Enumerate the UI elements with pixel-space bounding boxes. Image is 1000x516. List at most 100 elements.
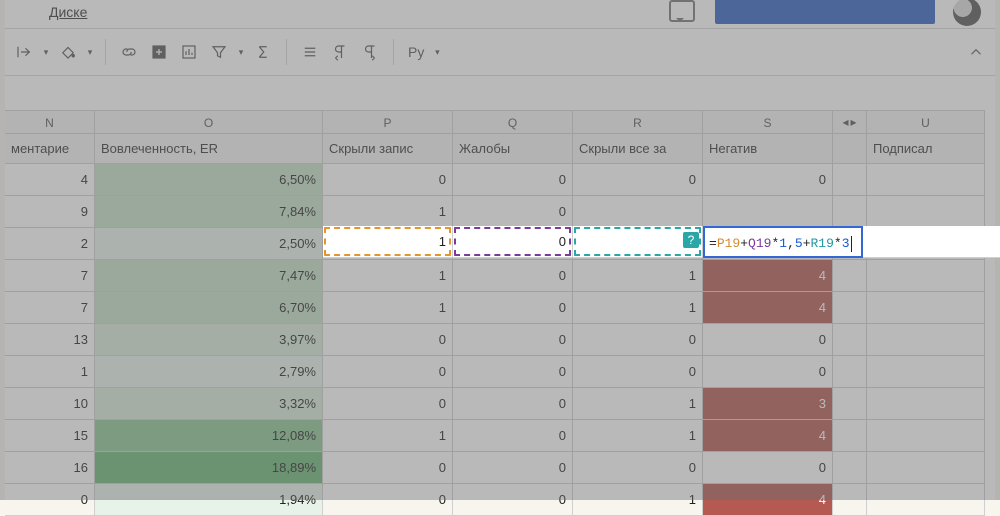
cell[interactable]: 16 <box>5 452 95 484</box>
cell[interactable]: 0 <box>323 356 453 388</box>
cell[interactable]: 1 <box>323 260 453 292</box>
cell[interactable]: 0 <box>323 484 453 516</box>
cell[interactable]: 7,47% <box>95 260 323 292</box>
cell[interactable]: 0 <box>453 292 573 324</box>
insert-row-icon[interactable] <box>11 39 37 65</box>
cell[interactable]: 0 <box>453 388 573 420</box>
cell[interactable] <box>867 452 985 484</box>
add-comment-icon[interactable] <box>146 39 172 65</box>
cell[interactable]: 1 <box>323 292 453 324</box>
column-letter[interactable]: N <box>5 110 95 134</box>
column-scroll-arrows[interactable]: ◂▸ <box>833 110 867 134</box>
avatar[interactable] <box>953 0 981 26</box>
column-header[interactable]: ментарие <box>5 134 95 164</box>
cell[interactable] <box>703 196 833 228</box>
cell[interactable]: 0 <box>703 452 833 484</box>
cell[interactable]: 4 <box>703 292 833 324</box>
cell[interactable]: 7 <box>5 292 95 324</box>
dropdown-caret-icon[interactable]: ▾ <box>41 47 51 58</box>
cell[interactable]: 0 <box>573 356 703 388</box>
column-letter[interactable]: S <box>703 110 833 134</box>
drive-link[interactable]: Диске <box>49 4 87 20</box>
cell[interactable]: 0 <box>323 324 453 356</box>
dropdown-caret-icon[interactable]: ▾ <box>236 47 246 58</box>
column-letter[interactable]: R <box>573 110 703 134</box>
column-header[interactable] <box>833 134 867 164</box>
column-letter[interactable]: Q <box>453 110 573 134</box>
cell[interactable]: 1 <box>573 260 703 292</box>
cell[interactable]: 13 <box>5 324 95 356</box>
cell[interactable]: 0 <box>573 452 703 484</box>
cell[interactable]: 0 <box>453 420 573 452</box>
column-header[interactable]: Скрыли все за <box>573 134 703 164</box>
cell[interactable] <box>867 324 985 356</box>
comment-icon[interactable] <box>669 0 695 22</box>
cell[interactable]: 9 <box>5 196 95 228</box>
column-header[interactable]: Жалобы <box>453 134 573 164</box>
input-language-label[interactable]: Ру <box>404 44 428 60</box>
rtl-icon[interactable] <box>357 39 383 65</box>
cell[interactable] <box>867 260 985 292</box>
cell[interactable]: 6,50% <box>95 164 323 196</box>
cell[interactable]: 0 <box>453 324 573 356</box>
cell[interactable] <box>867 484 985 516</box>
cell[interactable]: 10 <box>5 388 95 420</box>
cell[interactable]: 4 <box>703 484 833 516</box>
cell[interactable]: 0 <box>323 388 453 420</box>
ltr-icon[interactable] <box>327 39 353 65</box>
column-header[interactable]: Негатив <box>703 134 833 164</box>
cell[interactable]: 1 <box>573 292 703 324</box>
column-header[interactable]: Подписал <box>867 134 985 164</box>
cell[interactable] <box>867 292 985 324</box>
sigma-icon[interactable] <box>250 39 276 65</box>
cell-r[interactable]: ? <box>573 226 703 258</box>
cell[interactable]: 0 <box>703 324 833 356</box>
formula-input[interactable]: =P19+Q19*1,5+R19*3 <box>703 226 863 258</box>
cell[interactable]: 1 <box>573 388 703 420</box>
dropdown-caret-icon[interactable]: ▾ <box>432 47 442 58</box>
cell[interactable]: 0 <box>573 164 703 196</box>
link-icon[interactable] <box>116 39 142 65</box>
cell[interactable]: 18,89% <box>95 452 323 484</box>
cell[interactable]: 1,94% <box>95 484 323 516</box>
cell[interactable] <box>867 196 985 228</box>
chart-icon[interactable] <box>176 39 202 65</box>
cell-p[interactable]: 1 <box>323 226 453 258</box>
cell-q[interactable]: 0 <box>453 226 573 258</box>
filter-icon[interactable] <box>206 39 232 65</box>
cell[interactable] <box>867 420 985 452</box>
cell[interactable] <box>573 196 703 228</box>
cell[interactable] <box>867 388 985 420</box>
cell[interactable]: 1 <box>573 484 703 516</box>
cell[interactable]: 0 <box>323 164 453 196</box>
cell[interactable]: 0 <box>453 260 573 292</box>
cell[interactable]: 3 <box>703 388 833 420</box>
cell[interactable]: 0 <box>5 484 95 516</box>
share-button[interactable] <box>715 0 935 24</box>
cell[interactable]: 7,84% <box>95 196 323 228</box>
column-letter[interactable]: P <box>323 110 453 134</box>
cell[interactable]: 0 <box>453 196 573 228</box>
cell[interactable]: 1 <box>323 420 453 452</box>
cell[interactable]: 15 <box>5 420 95 452</box>
cell[interactable]: 0 <box>453 164 573 196</box>
cell[interactable] <box>863 226 1000 258</box>
cell[interactable]: 4 <box>703 260 833 292</box>
paint-bucket-icon[interactable] <box>55 39 81 65</box>
cell[interactable]: 0 <box>703 356 833 388</box>
cell[interactable] <box>867 356 985 388</box>
column-header[interactable]: Вовлеченность, ER <box>95 134 323 164</box>
dropdown-caret-icon[interactable]: ▾ <box>85 47 95 58</box>
column-letter[interactable]: O <box>95 110 323 134</box>
cell[interactable]: 0 <box>323 452 453 484</box>
cell[interactable]: 0 <box>453 356 573 388</box>
cell[interactable]: 0 <box>703 164 833 196</box>
cell[interactable]: 6,70% <box>95 292 323 324</box>
cell[interactable] <box>867 164 985 196</box>
cell[interactable]: 0 <box>453 484 573 516</box>
cell[interactable]: 1 <box>573 420 703 452</box>
column-letter[interactable]: U <box>867 110 985 134</box>
collapse-toolbar-icon[interactable] <box>963 39 989 65</box>
cell[interactable]: 12,08% <box>95 420 323 452</box>
formula-hint-icon[interactable]: ? <box>683 232 699 248</box>
